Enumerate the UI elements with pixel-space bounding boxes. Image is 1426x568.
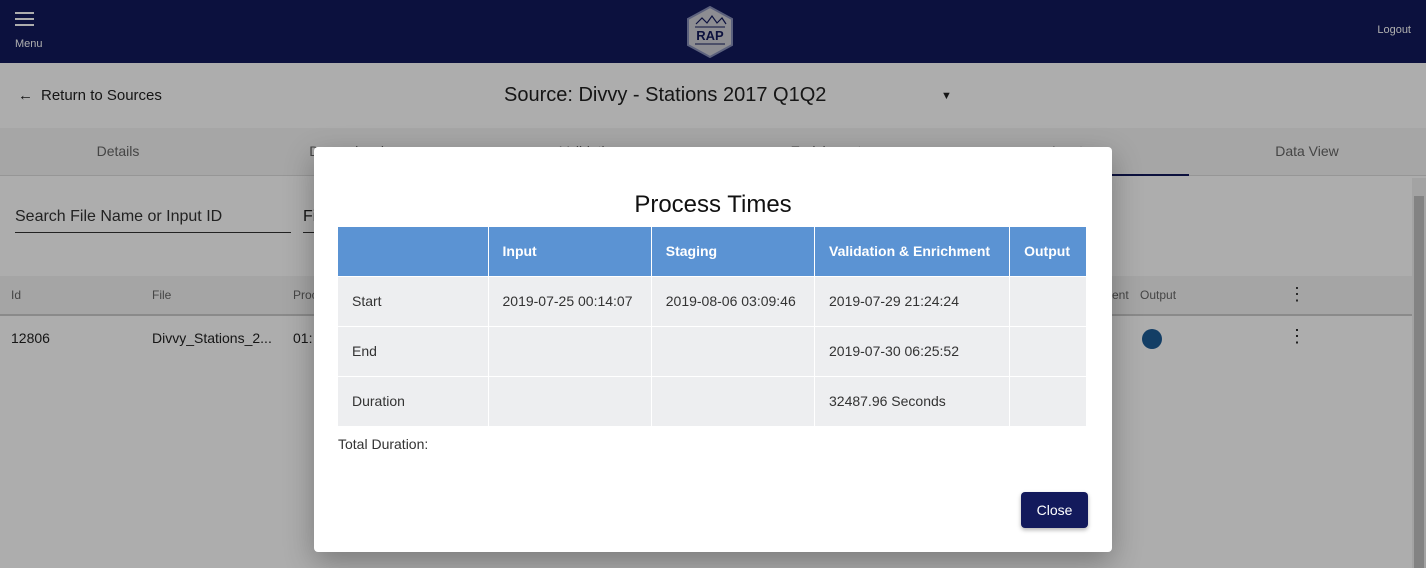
- row-end: End 2019-07-30 06:25:52: [338, 325, 1087, 376]
- cell: [651, 325, 816, 376]
- cell: [488, 325, 652, 376]
- col-blank: [338, 227, 489, 276]
- process-times-dialog: Process Times Input Staging Validation &…: [314, 147, 1112, 552]
- cell: 2019-08-06 03:09:46: [651, 275, 816, 326]
- row-start: Start 2019-07-25 00:14:07 2019-08-06 03:…: [338, 275, 1087, 326]
- dialog-title: Process Times: [634, 191, 792, 218]
- row-duration: Duration 32487.96 Seconds: [338, 375, 1087, 426]
- cell: [1009, 325, 1087, 376]
- cell: [1009, 275, 1087, 326]
- row-label: Duration: [338, 375, 489, 426]
- row-label: Start: [338, 275, 489, 326]
- row-label: End: [338, 325, 489, 376]
- col-staging: Staging: [651, 227, 816, 276]
- process-times-table: Input Staging Validation & Enrichment Ou…: [338, 227, 1087, 426]
- col-output: Output: [1009, 227, 1087, 276]
- cell: [1009, 375, 1087, 426]
- cell: [488, 375, 652, 426]
- close-button[interactable]: Close: [1021, 492, 1088, 528]
- cell: 2019-07-25 00:14:07: [488, 275, 652, 326]
- cell: 32487.96 Seconds: [814, 375, 1011, 426]
- col-validation-enrichment: Validation & Enrichment: [814, 227, 1011, 276]
- total-duration-label: Total Duration:: [338, 436, 429, 452]
- cell: 2019-07-30 06:25:52: [814, 325, 1011, 376]
- cell: [651, 375, 816, 426]
- col-input: Input: [488, 227, 652, 276]
- cell: 2019-07-29 21:24:24: [814, 275, 1011, 326]
